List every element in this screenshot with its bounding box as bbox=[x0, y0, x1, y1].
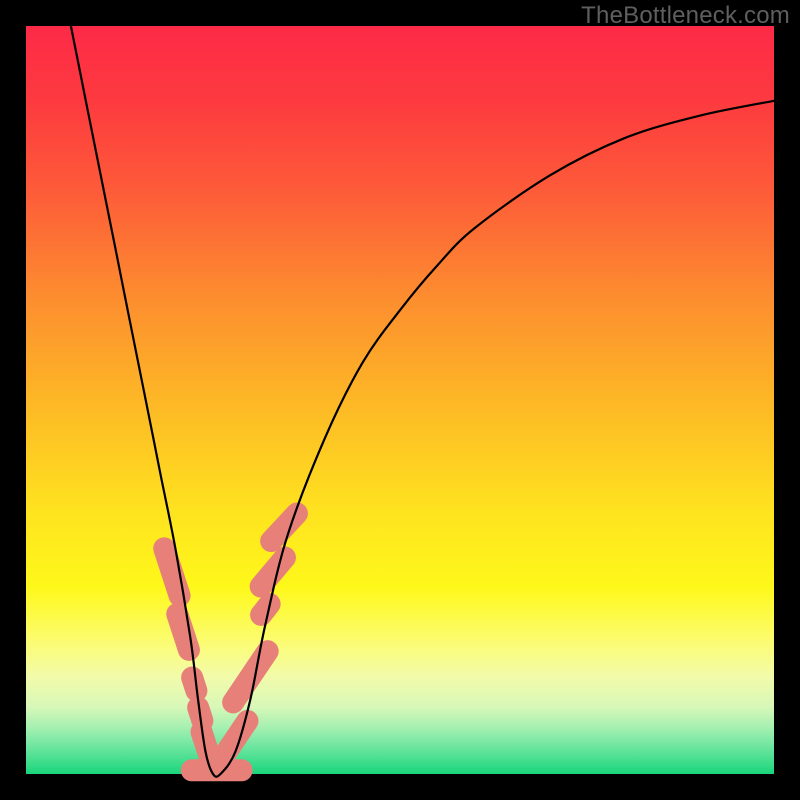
blob-left-upper bbox=[150, 534, 193, 609]
watermark-text: TheBottleneck.com bbox=[581, 2, 790, 30]
bottleneck-curve bbox=[71, 26, 774, 777]
blob-right-mid1 bbox=[218, 636, 283, 718]
curve-svg bbox=[26, 26, 774, 774]
plot-area bbox=[26, 26, 774, 774]
blob-bottom bbox=[181, 759, 253, 781]
chart-frame: TheBottleneck.com bbox=[0, 0, 800, 800]
blob-right-lower bbox=[211, 706, 263, 768]
blob-left-mid bbox=[163, 600, 202, 664]
